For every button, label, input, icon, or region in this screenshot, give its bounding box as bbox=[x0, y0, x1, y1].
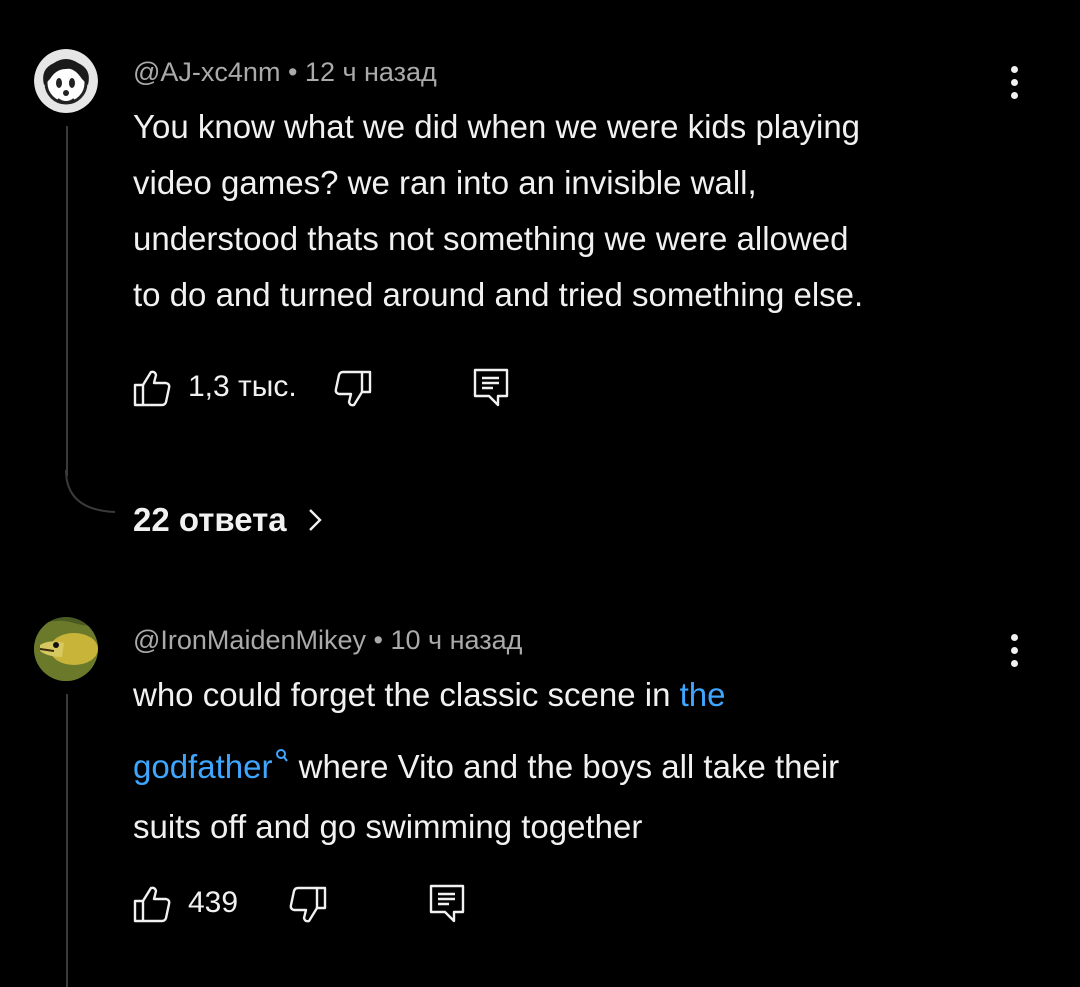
meta-separator: • bbox=[373, 625, 383, 655]
reply-icon[interactable] bbox=[428, 883, 466, 923]
comment-meta: @IronMaidenMikey • 10 ч назад bbox=[133, 627, 522, 654]
thread-line bbox=[66, 126, 68, 476]
meta-separator: • bbox=[287, 57, 298, 87]
comment-line: who could forget the classic scene in th… bbox=[133, 676, 726, 713]
like-count: 439 bbox=[188, 886, 239, 919]
comment-text: who could forget the classic scene in th… bbox=[133, 665, 1033, 857]
author-name[interactable]: @AJ-xc4nm bbox=[133, 57, 280, 87]
like-icon[interactable] bbox=[132, 884, 172, 924]
search-icon[interactable] bbox=[275, 725, 289, 785]
replies-label: 22 ответа bbox=[133, 501, 287, 538]
comment-text: You know what we did when we were kids p… bbox=[133, 99, 1033, 323]
search-link[interactable]: the bbox=[680, 676, 726, 713]
chevron-right-icon bbox=[308, 508, 322, 531]
avatar[interactable] bbox=[34, 617, 98, 681]
timestamp: 12 ч назад bbox=[304, 57, 437, 87]
timestamp: 10 ч назад bbox=[390, 625, 523, 655]
comment-meta: @AJ-xc4nm • 12 ч назад bbox=[133, 59, 437, 86]
comment-line: godfather where Vito and the boys all ta… bbox=[133, 725, 1033, 797]
comment-line: video games? we ran into an invisible wa… bbox=[133, 164, 757, 201]
dislike-icon[interactable] bbox=[333, 369, 373, 409]
comment-line: to do and turned around and tried someth… bbox=[133, 276, 864, 313]
thread-connector bbox=[65, 470, 116, 513]
comment-line: suits off and go swimming together bbox=[133, 808, 643, 845]
comment-line: You know what we did when we were kids p… bbox=[133, 108, 861, 145]
thread-line bbox=[66, 694, 68, 987]
search-link[interactable]: godfather bbox=[133, 748, 272, 785]
dislike-icon[interactable] bbox=[288, 885, 328, 925]
avatar[interactable] bbox=[34, 49, 98, 113]
comment-line: understood thats not something we were a… bbox=[133, 220, 849, 257]
replies-toggle[interactable]: 22 ответа bbox=[133, 503, 329, 536]
reply-icon[interactable] bbox=[472, 367, 510, 407]
like-icon[interactable] bbox=[132, 368, 172, 408]
like-count: 1,3 тыс. bbox=[188, 370, 297, 403]
author-name[interactable]: @IronMaidenMikey bbox=[133, 625, 366, 655]
